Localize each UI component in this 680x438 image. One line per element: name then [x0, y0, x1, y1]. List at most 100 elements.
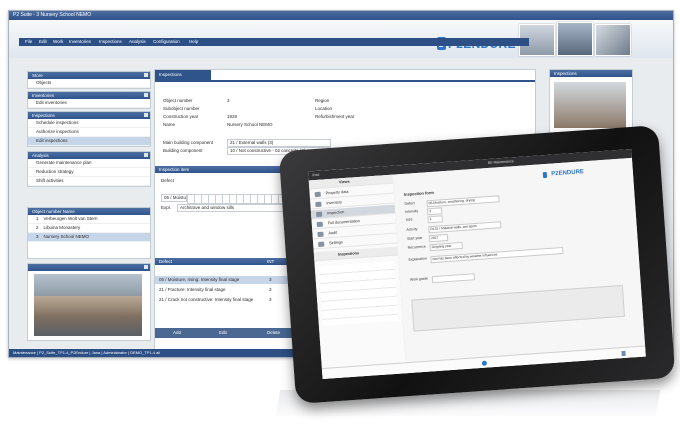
tablet-activity-field[interactable]: R131 / Material walls, wet spots [428, 221, 502, 234]
object-row[interactable]: 1 Verbeurgen Wolt van Stern [28, 215, 150, 224]
sidebar-item-schedule[interactable]: Schedule inspections [28, 119, 150, 128]
sidebar-item-objects[interactable]: Objects [28, 79, 150, 88]
intensity-grid[interactable] [187, 194, 289, 204]
add-button[interactable]: Add [173, 328, 181, 338]
home-icon [314, 191, 321, 198]
expl-label: Expl. [161, 205, 172, 210]
menu-configuration[interactable]: Configuration [153, 38, 180, 46]
sidebar-item-edit-inspections[interactable]: Edit inspections [28, 137, 150, 146]
tablet-start-year-field[interactable]: 2017 [428, 233, 449, 243]
tablet-sidebar: Views Property data Inventory Inspection… [308, 174, 408, 380]
menu-inspections[interactable]: Inspections [99, 38, 122, 46]
panel-analysis-header[interactable]: Analysis [28, 152, 150, 159]
clipboard-icon [315, 211, 323, 218]
inspections-tab[interactable]: Inspections [155, 70, 211, 80]
document-icon [316, 221, 323, 228]
defect-label: Defect [161, 178, 175, 183]
header-photo-building [557, 22, 593, 56]
menu-edit[interactable]: Edit [39, 38, 47, 46]
panel-analysis: Analysis Generate maintenance plan Reduc… [27, 151, 151, 187]
main-component-label: Main building component [163, 140, 214, 145]
tablet-size-field[interactable]: 1 [427, 215, 443, 224]
object-row[interactable]: 3 Nursery School NEMO [28, 233, 150, 242]
main-component-field[interactable]: 21 / External walls (3) [227, 139, 331, 147]
tablet-label: Intensity [405, 208, 419, 214]
panel-inspections-header[interactable]: Inspections [28, 112, 150, 119]
sidebar-item-shift[interactable]: Shift activities [28, 177, 150, 186]
tablet-form-title: Inspection form [403, 189, 435, 197]
tablet-work-grade-field[interactable] [431, 273, 476, 284]
tablet-label: Start year [406, 235, 423, 241]
collapse-icon[interactable] [144, 113, 148, 117]
tablet-logo: P2ENDURE [542, 163, 584, 184]
logo-mark-icon [542, 171, 548, 178]
building-photo [34, 274, 142, 336]
tablet-device: iPad BE Maintenance Views Property data … [278, 125, 676, 404]
expl-field[interactable]: Architrave and window sills [177, 204, 291, 212]
tablet-recurrence-field[interactable]: Ongoing year [429, 241, 463, 252]
field-label: Construction year [163, 114, 199, 119]
edit-button[interactable]: Edit [219, 328, 227, 338]
tablet-summary-box [411, 284, 626, 332]
collapse-icon[interactable] [144, 265, 148, 269]
tablet-note-label: Explanation [408, 256, 427, 262]
status-text: Maintenance | P2_Suite_TP1.4_P2Endure | … [13, 350, 161, 355]
field-value: 1928 [227, 114, 238, 119]
collapse-icon[interactable] [144, 73, 148, 77]
defect-field[interactable]: 05 / Moisture [161, 194, 187, 202]
panel-inspections: Inspections Schedule inspections Authori… [27, 111, 151, 147]
gear-icon [318, 241, 325, 248]
region-label: Region [315, 98, 330, 103]
photo-panel-header [28, 264, 150, 271]
sidebar-item-reduction[interactable]: Reduction strategy [28, 168, 150, 177]
panel-inventories-header[interactable]: Inventories [28, 92, 150, 99]
list-icon [315, 201, 322, 208]
tablet-logo-text: P2ENDURE [551, 169, 585, 178]
tablet-work-grade-label: Work grade [409, 276, 429, 282]
panel-store-header[interactable]: Store [28, 72, 150, 79]
camera-icon[interactable] [481, 360, 488, 366]
check-icon [317, 231, 324, 238]
panel-store: Store Objects [27, 71, 151, 89]
panel-objects: Object number Name 1 Verbeurgen Wolt van… [27, 207, 151, 259]
sidebar-item-generate-plan[interactable]: Generate maintenance plan [28, 159, 150, 168]
menu-bar: File Edit Work Inventories Inspections A… [19, 38, 529, 46]
field-label: Object number [163, 98, 193, 103]
panel-inventories: Inventories Edit inventories [27, 91, 151, 109]
menu-inventories[interactable]: Inventories [69, 38, 91, 46]
tablet-inspection-list[interactable] [318, 260, 399, 326]
panel-object-photo [27, 263, 151, 341]
object-row[interactable]: 2 Libuina Monastery [28, 224, 150, 233]
tablet-label: Activity [406, 227, 418, 232]
building-component-label: Building component [163, 148, 203, 153]
collapse-icon[interactable] [144, 93, 148, 97]
sidebar-item-authorize[interactable]: Authorize inspections [28, 128, 150, 137]
defects-col-int: INT [267, 259, 275, 264]
tablet-intensity-field[interactable]: 3 [426, 207, 443, 216]
field-value: Nursery School NEMO [227, 122, 273, 127]
facade-photo [554, 82, 626, 128]
field-label: Name [163, 122, 176, 127]
sidebar-item-edit-inventories[interactable]: Edit inventories [28, 99, 150, 108]
header-photo-architecture [595, 24, 631, 56]
tablet-label: Size [405, 217, 413, 222]
field-value: 3 [227, 98, 230, 103]
trash-icon[interactable] [621, 350, 626, 357]
window-title: P2 Suite - 3 Nursery School NEMO [13, 12, 92, 18]
field-label: Subobject number [163, 106, 200, 111]
location-label: Location [315, 106, 333, 111]
menu-file[interactable]: File [25, 38, 32, 46]
tablet-defect-field[interactable]: 05-Moisture, weathering, drying [426, 195, 500, 208]
delete-button[interactable]: Delete [267, 328, 280, 338]
menu-work[interactable]: Work [53, 38, 63, 46]
tab-underline [155, 80, 535, 82]
defects-col-defect: Defect [159, 259, 173, 264]
collapse-icon[interactable] [144, 153, 148, 157]
menu-analysis[interactable]: Analysis [129, 38, 146, 46]
objects-header: Object number Name [28, 208, 150, 215]
right-panel-header: Inspections [550, 70, 632, 77]
tablet-screen: iPad BE Maintenance Views Property data … [308, 148, 646, 380]
tablet-form-area: P2ENDURE Inspection form Defect 05-Moist… [392, 157, 646, 374]
tablet-label: Recurrence [407, 244, 426, 250]
menu-help[interactable]: Help [189, 38, 198, 46]
